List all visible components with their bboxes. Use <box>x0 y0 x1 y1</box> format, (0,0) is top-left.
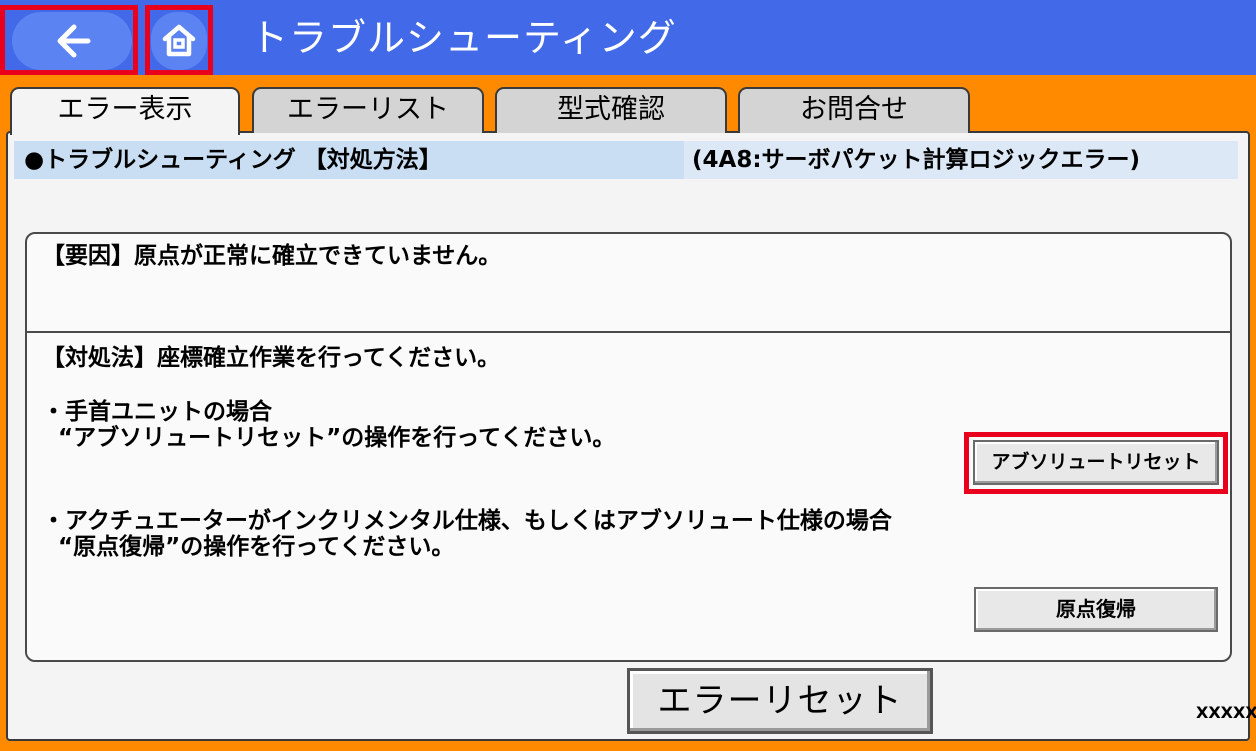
tab-contact[interactable]: お問合せ <box>738 87 970 133</box>
remedy-text: 【対処法】座標確立作業を行ってください。 <box>42 345 501 371</box>
section-header-title: ●トラブルシューティング 【対処方法】 <box>24 147 442 173</box>
back-button-highlight <box>0 5 138 75</box>
error-reset-button[interactable]: エラーリセット <box>627 668 933 734</box>
tab-error-list[interactable]: エラーリスト <box>252 87 484 133</box>
page-title: トラブルシューティング <box>250 16 677 60</box>
section-header: ●トラブルシューティング 【対処方法】 (4A8:サーボパケット計算ロジックエラ… <box>14 141 1238 179</box>
error-code-label: (4A8:サーボパケット計算ロジックエラー) <box>684 141 1238 179</box>
absolute-reset-highlight <box>964 432 1228 494</box>
bullet-actuator-title: ・アクチュエーターがインクリメンタル仕様、もしくはアブソリュート仕様の場合 <box>42 508 892 534</box>
footer-code: XXXXX <box>1196 703 1256 722</box>
content-divider <box>25 331 1232 333</box>
tab-model-check[interactable]: 型式確認 <box>495 87 727 133</box>
bullet-wrist-title: ・手首ユニットの場合 <box>42 399 272 425</box>
bullet-wrist-instruction: “アブソリュートリセット”の操作を行ってください。 <box>42 425 616 451</box>
cause-text: 【要因】原点が正常に確立できていません。 <box>42 243 502 269</box>
origin-return-button[interactable]: 原点復帰 <box>974 587 1218 632</box>
tab-error-display[interactable]: エラー表示 <box>10 87 240 135</box>
bullet-actuator-instruction: “原点復帰”の操作を行ってください。 <box>42 534 455 560</box>
home-button-highlight <box>145 5 213 75</box>
